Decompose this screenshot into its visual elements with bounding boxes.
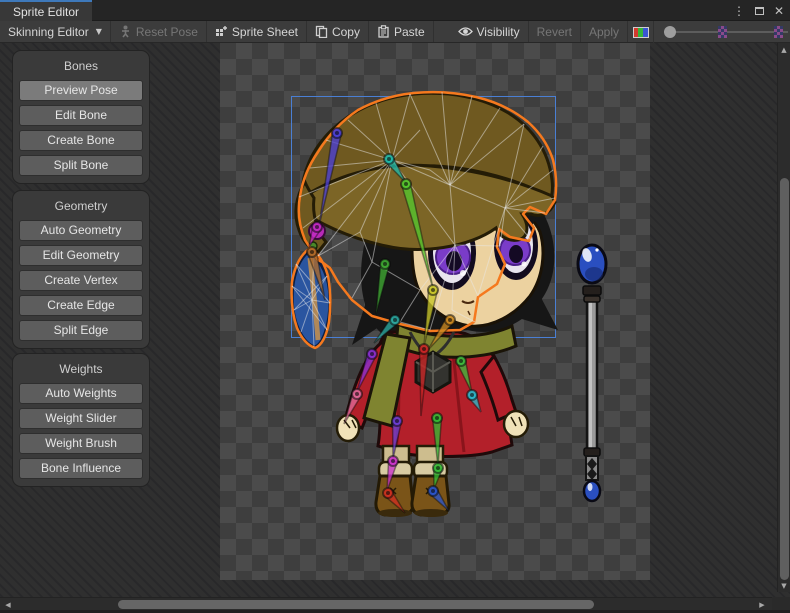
tab-sprite-editor[interactable]: Sprite Editor	[0, 0, 92, 21]
window-controls: ⋮ ✕	[732, 0, 786, 21]
panel-weights: Weights Auto Weights Weight Slider Weigh…	[12, 353, 150, 487]
apply-button[interactable]: Apply	[581, 21, 628, 42]
split-edge-button[interactable]: Split Edge	[19, 320, 143, 341]
auto-weights-button[interactable]: Auto Weights	[19, 383, 143, 404]
scroll-up-icon[interactable]: ▲	[778, 46, 790, 54]
paste-icon	[377, 25, 390, 38]
skinning-editor-dropdown[interactable]: Skinning Editor ▼	[0, 21, 111, 42]
copy-icon	[315, 25, 328, 38]
tab-label: Sprite Editor	[13, 5, 79, 19]
scroll-left-icon[interactable]: ◀	[3, 601, 13, 609]
reset-pose-icon	[119, 25, 132, 38]
menu-icon[interactable]: ⋮	[732, 4, 746, 18]
sprite-sheet-button[interactable]: Sprite Sheet	[207, 21, 307, 42]
vertical-scrollbar-thumb[interactable]	[780, 178, 789, 580]
sprite-canvas[interactable]	[220, 43, 650, 580]
weight-brush-button[interactable]: Weight Brush	[19, 433, 143, 454]
split-bone-button[interactable]: Split Bone	[19, 155, 143, 176]
mip-texture-icon	[718, 26, 727, 38]
sprite-overlay	[220, 43, 650, 580]
vertical-scrollbar[interactable]: ▲ ▼	[777, 43, 790, 592]
edit-geometry-button[interactable]: Edit Geometry	[19, 245, 143, 266]
horizontal-scrollbar[interactable]: ◀ ▶	[0, 597, 772, 610]
panel-title: Weights	[19, 362, 143, 376]
edit-bone-button[interactable]: Edit Bone	[19, 105, 143, 126]
weight-slider-button[interactable]: Weight Slider	[19, 408, 143, 429]
slider-handle[interactable]	[664, 26, 676, 38]
staff-sprite	[578, 245, 606, 501]
revert-button[interactable]: Revert	[529, 21, 581, 42]
mip-texture-icon	[774, 26, 783, 38]
chevron-down-icon: ▼	[96, 27, 102, 36]
panel-bones: Bones Preview Pose Edit Bone Create Bone…	[12, 50, 150, 184]
scrollbar-corner	[772, 597, 790, 610]
close-icon[interactable]: ✕	[772, 4, 786, 18]
maximize-icon[interactable]	[752, 4, 766, 18]
eye-icon	[458, 26, 473, 37]
bone-influence-button[interactable]: Bone Influence	[19, 458, 143, 479]
rgb-icon	[633, 27, 649, 38]
create-vertex-button[interactable]: Create Vertex	[19, 270, 143, 291]
editor-content: Bones Preview Pose Edit Bone Create Bone…	[0, 43, 790, 613]
right-hand	[504, 411, 528, 437]
panel-title: Bones	[19, 59, 143, 73]
sprite-editor-window: Sprite Editor ⋮ ✕ Skinning Editor ▼ Rese…	[0, 0, 790, 613]
toolbar-spacer	[434, 21, 450, 42]
horizontal-scrollbar-thumb[interactable]	[118, 600, 594, 609]
sprite-sheet-icon	[215, 25, 228, 38]
hat	[296, 93, 555, 258]
titlebar: Sprite Editor ⋮ ✕	[0, 0, 790, 21]
toolbar: Skinning Editor ▼ Reset Pose Sprite Shee…	[0, 21, 790, 43]
preview-pose-button[interactable]: Preview Pose	[19, 80, 143, 101]
auto-geometry-button[interactable]: Auto Geometry	[19, 220, 143, 241]
create-edge-button[interactable]: Create Edge	[19, 295, 143, 316]
panel-geometry: Geometry Auto Geometry Edit Geometry Cre…	[12, 190, 150, 349]
create-bone-button[interactable]: Create Bone	[19, 130, 143, 151]
paste-button[interactable]: Paste	[369, 21, 434, 42]
visibility-button[interactable]: Visibility	[450, 21, 529, 42]
scroll-right-icon[interactable]: ▶	[757, 601, 767, 609]
panel-title: Geometry	[19, 199, 143, 213]
color-channel-button[interactable]	[628, 21, 654, 43]
scroll-down-icon[interactable]: ▼	[778, 582, 790, 590]
mip-level-slider[interactable]	[662, 21, 790, 43]
reset-pose-button[interactable]: Reset Pose	[111, 21, 207, 42]
copy-button[interactable]: Copy	[307, 21, 369, 42]
